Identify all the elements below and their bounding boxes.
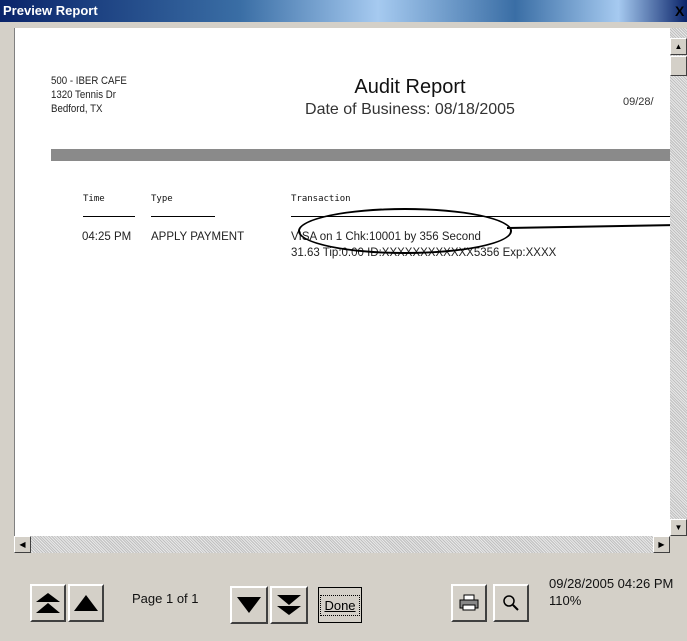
scroll-down-arrow-icon[interactable]: ▼ [670, 519, 687, 536]
column-header-type: Type [151, 194, 173, 204]
first-page-icon [36, 593, 60, 613]
scroll-left-arrow-icon[interactable]: ◀ [14, 536, 31, 553]
zoom-level: 110% [549, 593, 582, 608]
done-button-label: Done [320, 594, 360, 616]
horizontal-scrollbar[interactable] [14, 536, 670, 553]
status-info: 09/28/2005 04:26 PM 110% [549, 575, 673, 609]
title-bar: Preview Report X [0, 0, 687, 22]
header-divider-band [51, 149, 671, 161]
annotation-pointer-line [506, 224, 671, 229]
row-type: APPLY PAYMENT [151, 231, 245, 243]
highlight-oval [298, 208, 512, 254]
previous-page-icon [74, 595, 98, 611]
company-name: 500 - IBER CAFE [51, 75, 127, 87]
report-print-date: 09/28/ [623, 96, 654, 108]
column-underline-time [83, 216, 135, 217]
column-header-transaction: Transaction [291, 194, 351, 204]
vertical-scroll-thumb[interactable] [670, 56, 687, 76]
printer-icon [459, 594, 479, 611]
zoom-button[interactable] [493, 584, 529, 622]
window-title: Preview Report [3, 3, 98, 18]
column-header-time: Time [83, 194, 105, 204]
scroll-right-arrow-icon[interactable]: ▶ [653, 536, 670, 553]
report-page: 500 - IBER CAFE 1320 Tennis Dr Bedford, … [14, 28, 671, 536]
done-button[interactable]: Done [318, 587, 362, 623]
previous-page-button[interactable] [68, 584, 104, 622]
company-address: 500 - IBER CAFE 1320 Tennis Dr Bedford, … [51, 74, 127, 116]
company-city: Bedford, TX [51, 103, 103, 115]
close-button[interactable]: X [675, 2, 687, 20]
next-page-icon [237, 597, 261, 613]
status-timestamp: 09/28/2005 04:26 PM [549, 576, 674, 591]
last-page-icon [277, 595, 301, 615]
last-page-button[interactable] [270, 586, 308, 624]
column-underline-type [151, 216, 215, 217]
first-page-button[interactable] [30, 584, 66, 622]
report-title: Audit Report [354, 76, 466, 98]
magnifier-icon [503, 595, 519, 611]
page-indicator: Page 1 of 1 [132, 591, 199, 606]
print-button[interactable] [451, 584, 487, 622]
row-time: 04:25 PM [82, 231, 132, 243]
scroll-up-arrow-icon[interactable]: ▲ [670, 38, 687, 55]
vertical-scrollbar[interactable] [670, 28, 687, 536]
company-street: 1320 Tennis Dr [51, 89, 116, 101]
report-subtitle: Date of Business: 08/18/2005 [305, 101, 515, 118]
next-page-button[interactable] [230, 586, 268, 624]
